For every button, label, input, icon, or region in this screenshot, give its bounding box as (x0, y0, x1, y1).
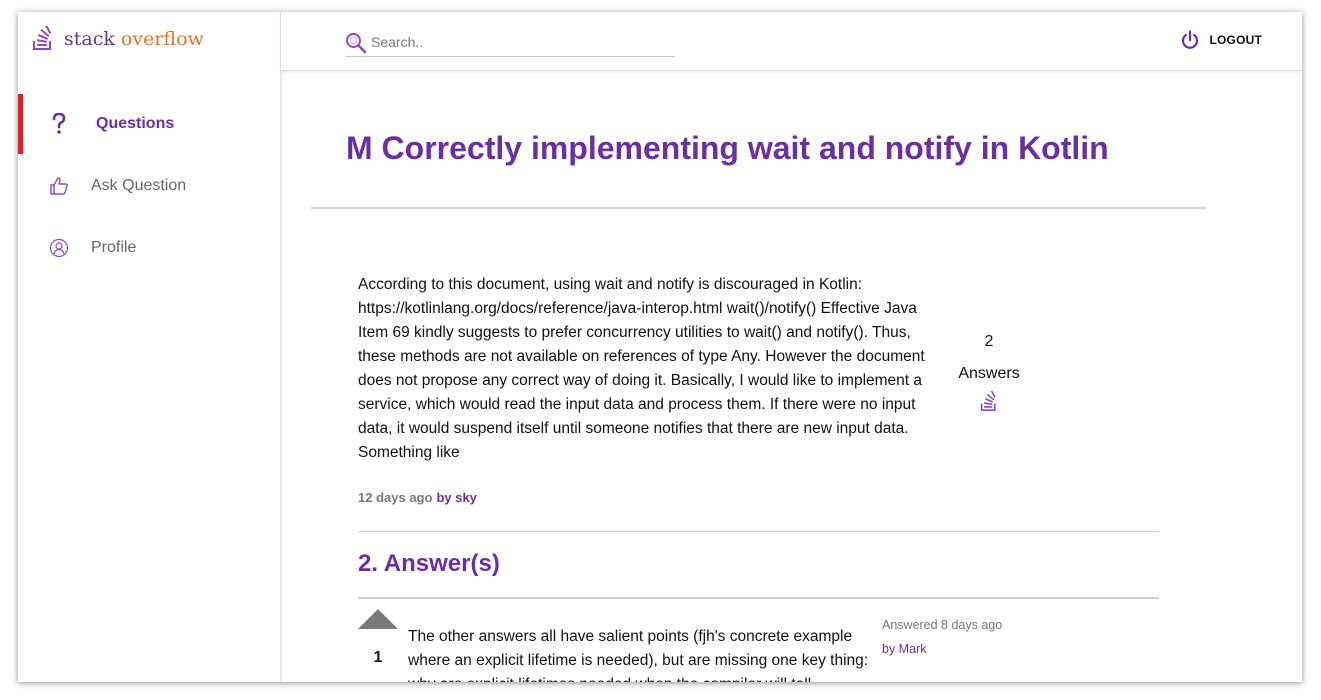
vote-widget: 1 (358, 609, 398, 667)
stack-overflow-logo-icon (33, 26, 52, 50)
answers-heading: 2. Answer(s) (358, 550, 500, 577)
logout-label: LOGOUT (1209, 33, 1262, 47)
vote-count: 1 (373, 649, 383, 666)
divider (311, 207, 1206, 209)
sidebar-item-label: Profile (91, 239, 137, 256)
stack-overflow-icon[interactable] (980, 390, 998, 413)
logo-text-stack: stack (64, 28, 115, 50)
question-icon (48, 113, 70, 135)
question-title: M Correctly implementing wait and notify… (346, 130, 1109, 166)
logo-text: stack overflow (64, 28, 204, 50)
sidebar-item-questions[interactable]: Questions (18, 94, 280, 154)
question-meta: 12 days ago by sky (358, 490, 477, 505)
power-icon (1182, 30, 1199, 49)
divider (358, 597, 1159, 599)
question-author-link[interactable]: by sky (436, 490, 476, 505)
logo-text-overflow: overflow (120, 28, 204, 50)
user-icon (48, 237, 70, 259)
search-input[interactable] (371, 34, 661, 50)
answer-time: Answered 8 days ago (882, 618, 1003, 632)
divider (358, 531, 1159, 532)
logo[interactable]: stack overflow (32, 26, 204, 52)
sidebar-item-label: Ask Question (91, 177, 187, 194)
answer-body: The other answers all have salient point… (408, 628, 869, 682)
question-body: According to this document, using wait a… (358, 276, 925, 461)
upvote-arrow-icon[interactable] (358, 609, 398, 629)
thumbs-up-icon (48, 175, 70, 197)
logout-button[interactable]: LOGOUT (1181, 30, 1262, 50)
sidebar: stack overflow Questions Ask Question Pr… (18, 12, 281, 682)
search-icon (346, 33, 367, 54)
answer-count: 2 (984, 333, 994, 350)
sidebar-item-profile[interactable]: Profile (18, 218, 280, 278)
answer-meta: Answered 8 days ago by Mark (882, 613, 1002, 661)
app-window: stack overflow Questions Ask Question Pr… (18, 12, 1302, 682)
sidebar-item-label: Questions (96, 115, 175, 132)
answers-label: Answers (958, 365, 1020, 382)
question-time: 12 days ago (358, 490, 433, 505)
answer-author-link[interactable]: by Mark (882, 637, 1002, 661)
top-bar: LOGOUT (281, 12, 1302, 71)
sidebar-item-ask-question[interactable]: Ask Question (18, 156, 280, 216)
answer-stats: 2 Answers (948, 333, 1030, 418)
search-box (345, 32, 675, 57)
